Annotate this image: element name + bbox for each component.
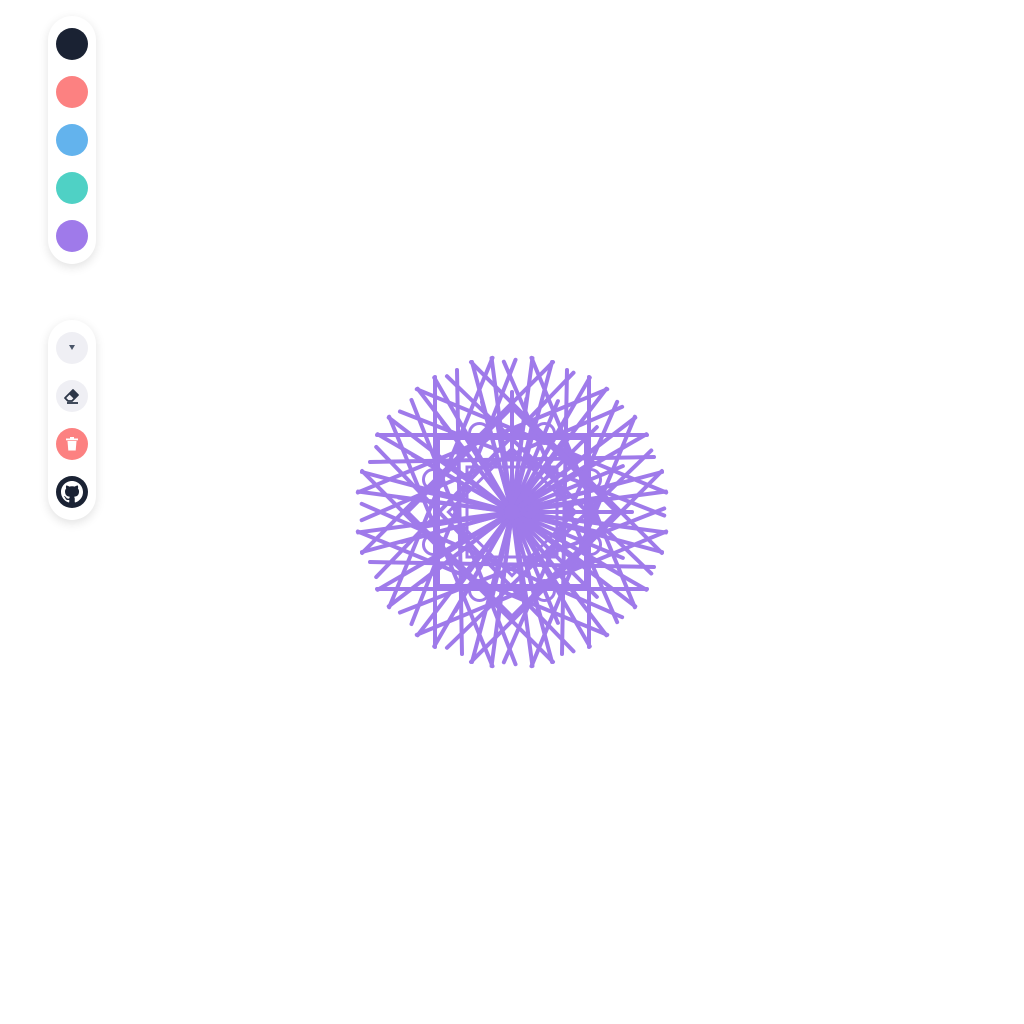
brush-icon	[69, 345, 75, 350]
color-swatch-black[interactable]	[56, 28, 88, 60]
color-swatch-purple[interactable]	[56, 220, 88, 252]
color-swatch-teal[interactable]	[56, 172, 88, 204]
mandala-stroke	[368, 560, 656, 569]
color-palette	[48, 16, 96, 264]
tool-bar	[48, 320, 96, 520]
trash-icon	[66, 437, 78, 451]
drawing-canvas[interactable]	[0, 0, 1024, 1024]
eraser-button[interactable]	[56, 380, 88, 412]
brush-button[interactable]	[56, 332, 88, 364]
clear-button[interactable]	[56, 428, 88, 460]
mandala-stroke	[368, 455, 656, 464]
mandala-drawing	[355, 355, 669, 669]
github-link[interactable]	[56, 476, 88, 508]
color-swatch-blue[interactable]	[56, 124, 88, 156]
mandala-center	[504, 504, 520, 520]
color-swatch-red[interactable]	[56, 76, 88, 108]
eraser-icon	[64, 389, 79, 404]
github-icon	[61, 481, 83, 503]
mandala-stroke	[455, 368, 464, 656]
